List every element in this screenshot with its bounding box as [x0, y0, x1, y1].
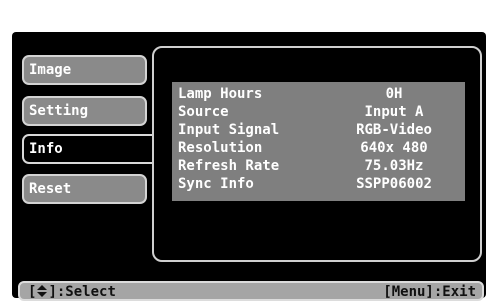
info-value: 75.03Hz: [364, 158, 424, 174]
select-hint: [ ]:Select: [28, 284, 116, 300]
info-label: Lamp Hours: [178, 86, 263, 102]
select-hint-text: ]:Select: [48, 284, 116, 300]
info-value: SSPP06002: [356, 176, 432, 192]
exit-hint: [Menu]:Exit: [383, 284, 476, 300]
info-row-sync-info: Sync Info SSPP06002: [172, 175, 465, 193]
info-value: RGB-Video: [356, 122, 432, 138]
select-hint-open: [: [28, 284, 37, 300]
status-bar: [ ]:Select [Menu]:Exit: [18, 281, 484, 301]
info-value: Input A: [364, 104, 424, 120]
info-label: Source: [178, 104, 229, 120]
info-table: Lamp Hours 0H Source Input A Input Signa…: [172, 82, 465, 201]
tab-reset-label: Reset: [29, 181, 72, 197]
info-label: Input Signal: [178, 122, 280, 138]
tab-reset[interactable]: Reset: [22, 174, 147, 204]
tab-info-label: Info: [29, 141, 63, 157]
info-row-refresh-rate: Refresh Rate 75.03Hz: [172, 157, 465, 175]
info-row-source: Source Input A: [172, 103, 465, 121]
info-row-lamp-hours: Lamp Hours 0H: [172, 85, 465, 103]
info-label: Resolution: [178, 140, 263, 156]
info-label: Refresh Rate: [178, 158, 280, 174]
info-row-resolution: Resolution 640x 480: [172, 139, 465, 157]
tab-image-label: Image: [29, 62, 72, 78]
tab-setting-label: Setting: [29, 103, 89, 119]
info-value: 0H: [385, 86, 403, 102]
tab-setting[interactable]: Setting: [22, 96, 147, 126]
tab-info[interactable]: Info: [22, 134, 159, 164]
tab-image[interactable]: Image: [22, 55, 147, 85]
info-label: Sync Info: [178, 176, 254, 192]
info-value: 640x 480: [360, 140, 428, 156]
info-row-input-signal: Input Signal RGB-Video: [172, 121, 465, 139]
up-down-arrow-icon: [36, 284, 48, 300]
